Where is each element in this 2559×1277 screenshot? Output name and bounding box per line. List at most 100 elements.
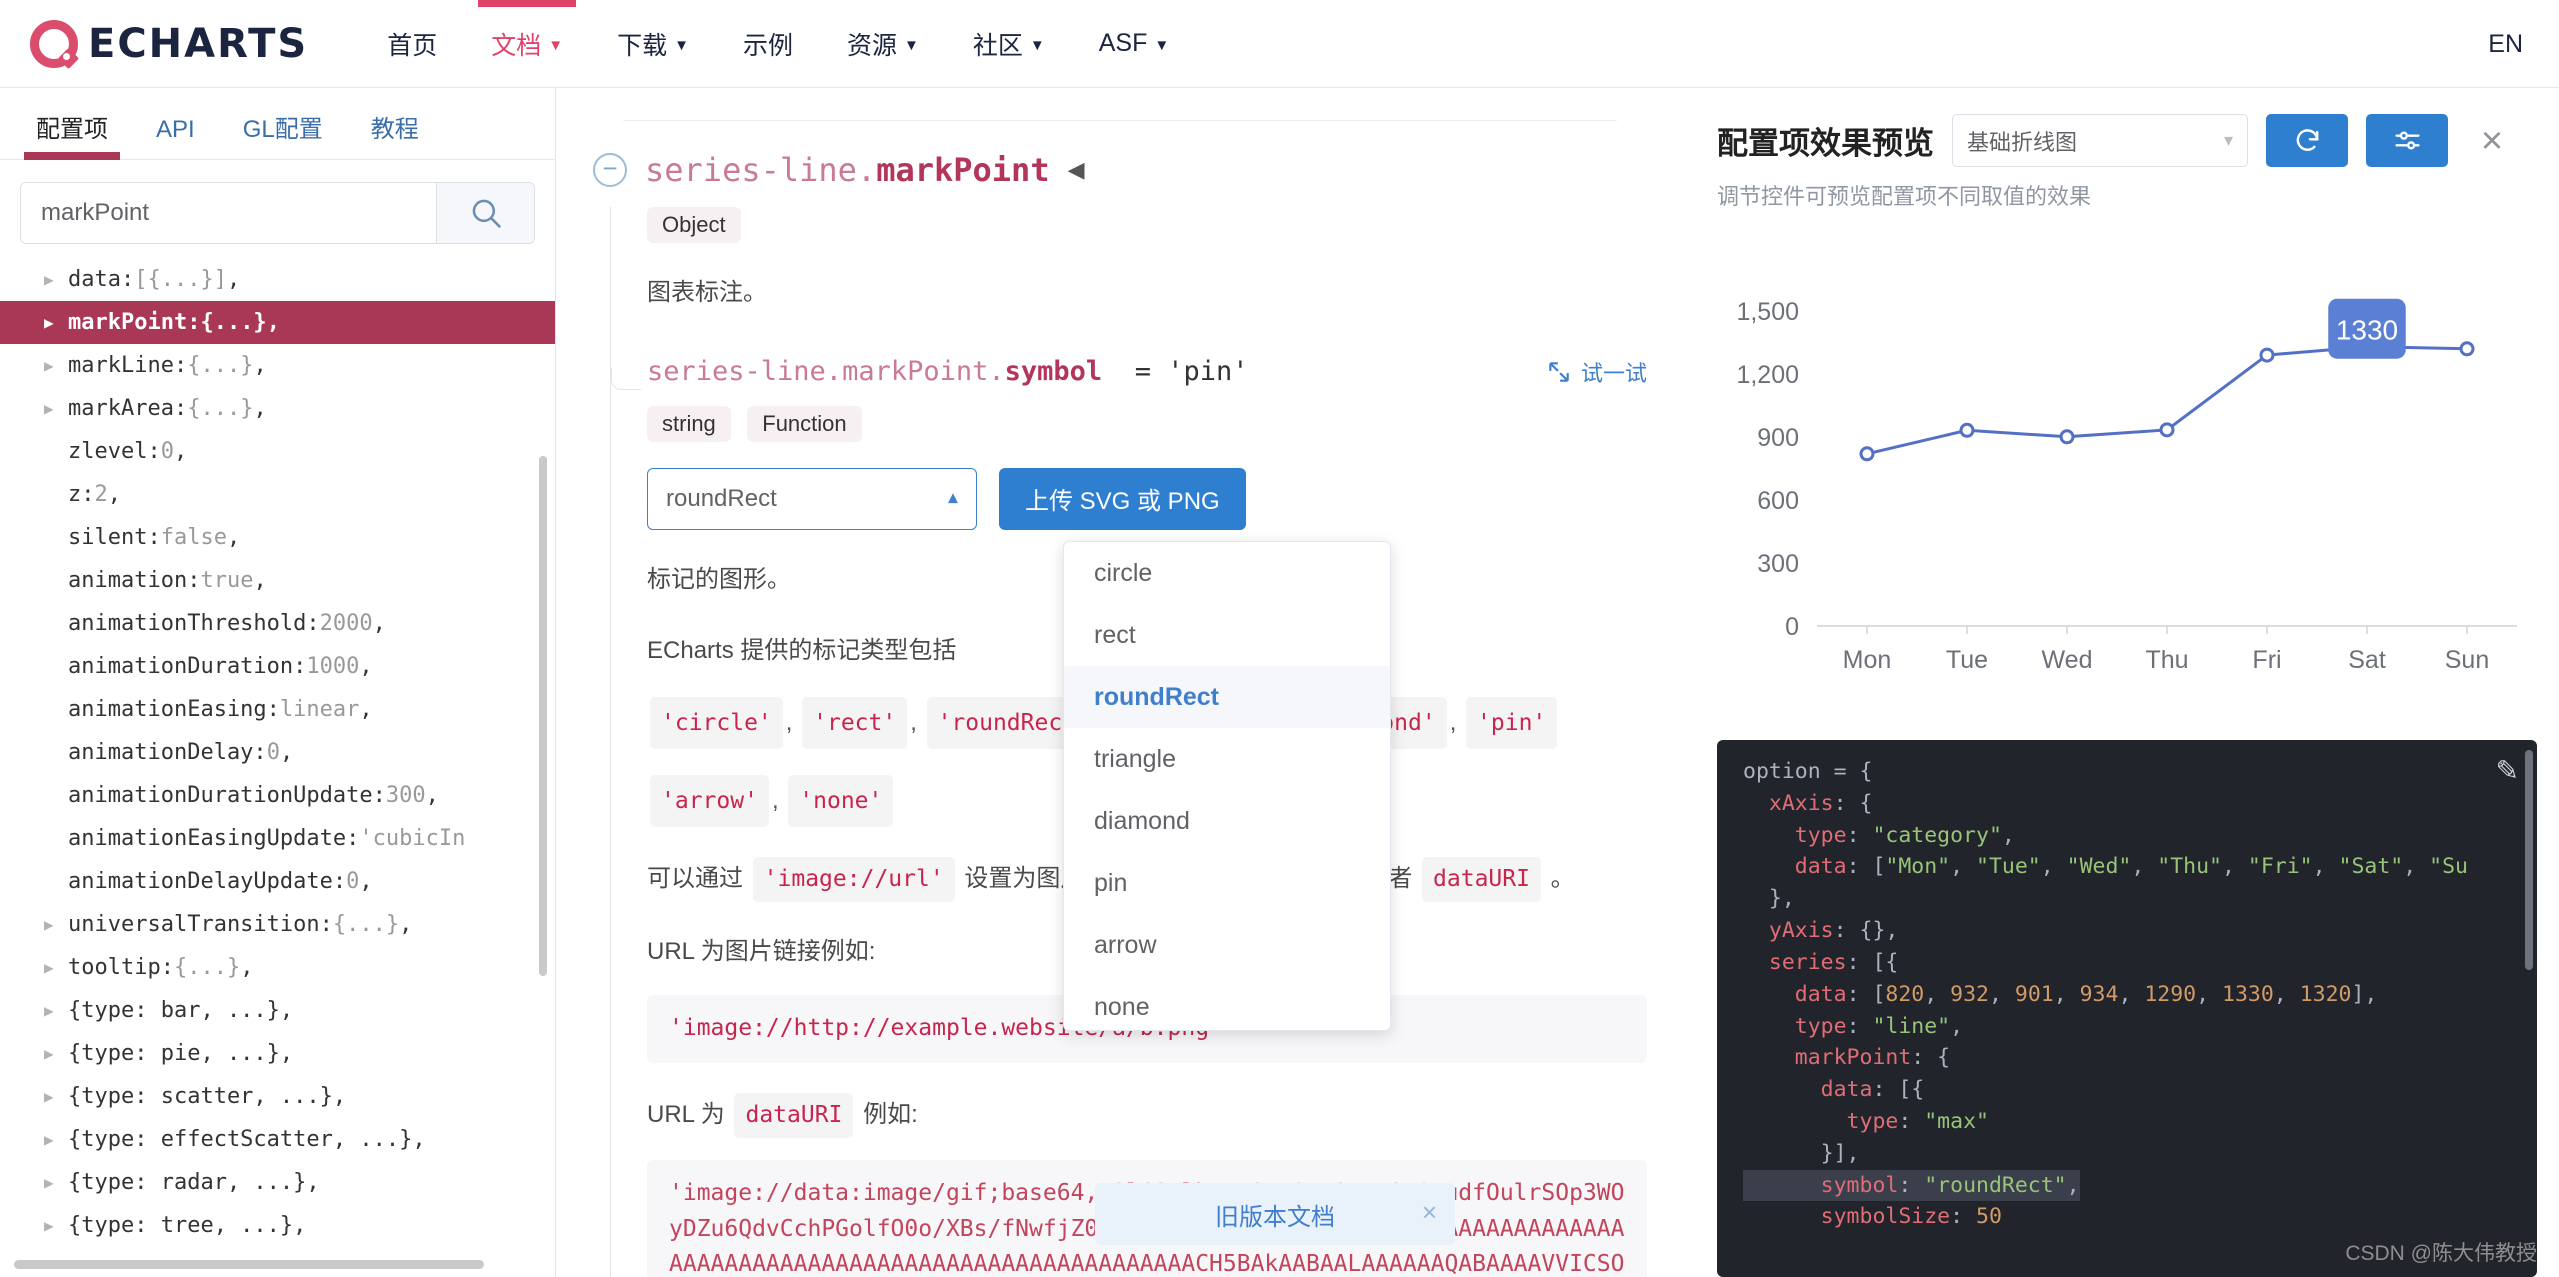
nav-item-0[interactable]: 首页 bbox=[360, 0, 464, 88]
symbol-select[interactable]: roundRect ▾ bbox=[647, 467, 977, 530]
language-switch[interactable]: EN bbox=[2488, 0, 2523, 88]
data-point[interactable] bbox=[2459, 341, 2475, 357]
code-token: "Mon" bbox=[1885, 854, 1951, 880]
tree-item-19[interactable]: ▶ {type: scatter, ...} , bbox=[0, 1075, 555, 1118]
tree-item-17[interactable]: ▶ {type: bar, ...} , bbox=[0, 989, 555, 1032]
expand-arrow-icon[interactable]: ▶ bbox=[44, 1045, 68, 1062]
close-icon[interactable]: × bbox=[1422, 1199, 1437, 1225]
close-preview-button[interactable]: × bbox=[2466, 115, 2518, 167]
expand-arrow-icon[interactable]: ▶ bbox=[44, 1174, 68, 1191]
chart-type-select[interactable]: 基础折线图 ▾ bbox=[1952, 114, 2248, 167]
expand-arrow-icon[interactable]: ▶ bbox=[44, 1131, 68, 1148]
refresh-button[interactable] bbox=[2266, 114, 2348, 167]
tree-item-10[interactable]: animationEasing: linear , bbox=[0, 688, 555, 731]
code-token: : bbox=[1950, 1204, 1976, 1230]
expand-arrow-icon[interactable]: ▶ bbox=[44, 1088, 68, 1105]
dropdown-option-pin[interactable]: pin bbox=[1064, 852, 1390, 914]
upload-svg-png-button[interactable]: 上传 SVG 或 PNG bbox=[999, 467, 1246, 530]
expand-arrow-icon[interactable]: ▶ bbox=[44, 400, 68, 417]
nav-item-4[interactable]: 资源 ▼ bbox=[820, 0, 946, 88]
nav-item-1[interactable]: 文档 ▼ bbox=[464, 0, 590, 88]
tree-item-12[interactable]: animationDurationUpdate: 300 , bbox=[0, 774, 555, 817]
dropdown-option-triangle[interactable]: triangle bbox=[1064, 728, 1390, 790]
expand-arrow-icon[interactable]: ▶ bbox=[44, 959, 68, 976]
code-scrollbar[interactable] bbox=[2525, 750, 2533, 970]
tree-item-1[interactable]: ▶ markPoint: {...} , bbox=[0, 301, 555, 344]
doc-tab-2[interactable]: GL配置 bbox=[219, 109, 347, 159]
brand-name: ECHARTS bbox=[88, 20, 309, 67]
nav-item-6[interactable]: ASF ▼ bbox=[1072, 0, 1196, 88]
code-editor-panel[interactable]: ✎ option = { xAxis: { type: "category", … bbox=[1717, 740, 2537, 1277]
old-docs-toast[interactable]: 旧版本文档 × bbox=[1095, 1183, 1455, 1245]
tree-item-7[interactable]: animation: true , bbox=[0, 559, 555, 602]
tree-item-21[interactable]: ▶ {type: radar, ...} , bbox=[0, 1161, 555, 1204]
tree-item-8[interactable]: animationThreshold: 2000 , bbox=[0, 602, 555, 645]
tree-item-0[interactable]: ▶ data: [{...}] , bbox=[0, 258, 555, 301]
expand-arrow-icon[interactable]: ▶ bbox=[44, 357, 68, 374]
tree-item-22[interactable]: ▶ {type: tree, ...} , bbox=[0, 1204, 555, 1247]
tree-item-2[interactable]: ▶ markLine: {...} , bbox=[0, 344, 555, 387]
dropdown-option-diamond[interactable]: diamond bbox=[1064, 790, 1390, 852]
sliders-icon bbox=[2394, 131, 2420, 150]
doc-tab-1[interactable]: API bbox=[132, 116, 219, 159]
dropdown-option-rect[interactable]: rect bbox=[1064, 604, 1390, 666]
tree-item-comma: , bbox=[279, 740, 294, 765]
tree-item-18[interactable]: ▶ {type: pie, ...} , bbox=[0, 1032, 555, 1075]
edit-icon[interactable]: ✎ bbox=[2496, 754, 2519, 787]
code-token: : bbox=[1898, 1108, 1925, 1134]
data-point[interactable] bbox=[1959, 422, 1975, 438]
data-point[interactable] bbox=[2059, 429, 2075, 445]
nav-item-2[interactable]: 下载 ▼ bbox=[590, 0, 716, 88]
tree-item-6[interactable]: silent: false , bbox=[0, 516, 555, 559]
dropdown-option-arrow[interactable]: arrow bbox=[1064, 914, 1390, 976]
tree-item-3[interactable]: ▶ markArea: {...} , bbox=[0, 387, 555, 430]
tree-item-15[interactable]: ▶ universalTransition: {...} , bbox=[0, 903, 555, 946]
dropdown-option-none[interactable]: none bbox=[1064, 976, 1390, 1030]
tree-item-13[interactable]: animationEasingUpdate: 'cubicIn bbox=[0, 817, 555, 860]
chip-separator: , bbox=[910, 709, 924, 737]
tree-item-20[interactable]: ▶ {type: effectScatter, ...} , bbox=[0, 1118, 555, 1161]
echarts-logo[interactable]: ECHARTS bbox=[30, 19, 309, 69]
nav-item-5[interactable]: 社区 ▼ bbox=[946, 0, 1072, 88]
tree-item-14[interactable]: animationDelayUpdate: 0 , bbox=[0, 860, 555, 903]
dropdown-option-circle[interactable]: circle bbox=[1064, 542, 1390, 604]
chevron-down-icon: ▼ bbox=[1154, 37, 1170, 54]
tree-item-value: 0 bbox=[266, 740, 280, 765]
type-tag: Object bbox=[647, 207, 741, 243]
tree-item-5[interactable]: z: 2 , bbox=[0, 473, 555, 516]
data-point[interactable] bbox=[1859, 446, 1875, 462]
section-collapse-arrow-icon[interactable]: ◀ bbox=[1068, 157, 1085, 183]
code-token: : bbox=[1898, 1172, 1925, 1198]
tree-item-16[interactable]: ▶ tooltip: {...} , bbox=[0, 946, 555, 989]
nav-item-label: 示例 bbox=[742, 31, 793, 60]
expand-arrow-icon[interactable]: ▶ bbox=[44, 916, 68, 933]
tree-item-9[interactable]: animationDuration: 1000 , bbox=[0, 645, 555, 688]
doc-tab-3[interactable]: 教程 bbox=[347, 109, 443, 159]
sidebar-horizontal-scrollbar[interactable] bbox=[14, 1260, 484, 1269]
sidebar-vertical-scrollbar[interactable] bbox=[539, 456, 547, 976]
dropdown-option-roundRect[interactable]: roundRect bbox=[1064, 666, 1390, 728]
expand-arrow-icon[interactable]: ▶ bbox=[44, 1217, 68, 1234]
nav-item-3[interactable]: 示例 bbox=[716, 0, 820, 88]
doc-tab-label: API bbox=[156, 116, 195, 143]
code-line: symbolSize: 50 bbox=[1743, 1201, 2515, 1233]
settings-button[interactable] bbox=[2366, 114, 2448, 167]
search-button[interactable] bbox=[436, 183, 534, 243]
expand-arrow-icon[interactable]: ▶ bbox=[44, 314, 68, 331]
subsection-prefix: series-line.markPoint. bbox=[647, 356, 1005, 388]
data-point[interactable] bbox=[2159, 422, 2175, 438]
search-input[interactable] bbox=[21, 183, 436, 243]
minus-circle-icon[interactable]: − bbox=[593, 153, 627, 187]
symbol-dropdown-list[interactable]: circle rect roundRect triangle diamond pin arr… bbox=[1063, 541, 1391, 1031]
tree-item-comma: , bbox=[359, 654, 373, 679]
tree-item-4[interactable]: zlevel: 0 , bbox=[0, 430, 555, 473]
tree-item-11[interactable]: animationDelay: 0 , bbox=[0, 731, 555, 774]
expand-arrow-icon[interactable]: ▶ bbox=[44, 1002, 68, 1019]
try-it-link[interactable]: 试一试 bbox=[1546, 356, 1647, 388]
doc-tab-0[interactable]: 配置项 bbox=[12, 109, 132, 160]
tree-item-value: [{...}] bbox=[134, 267, 227, 292]
x-axis-tick-label: Thu bbox=[2145, 646, 2188, 674]
data-point[interactable] bbox=[2259, 347, 2275, 363]
expand-arrow-icon[interactable]: ▶ bbox=[44, 271, 68, 288]
code-token: , bbox=[2222, 854, 2248, 880]
